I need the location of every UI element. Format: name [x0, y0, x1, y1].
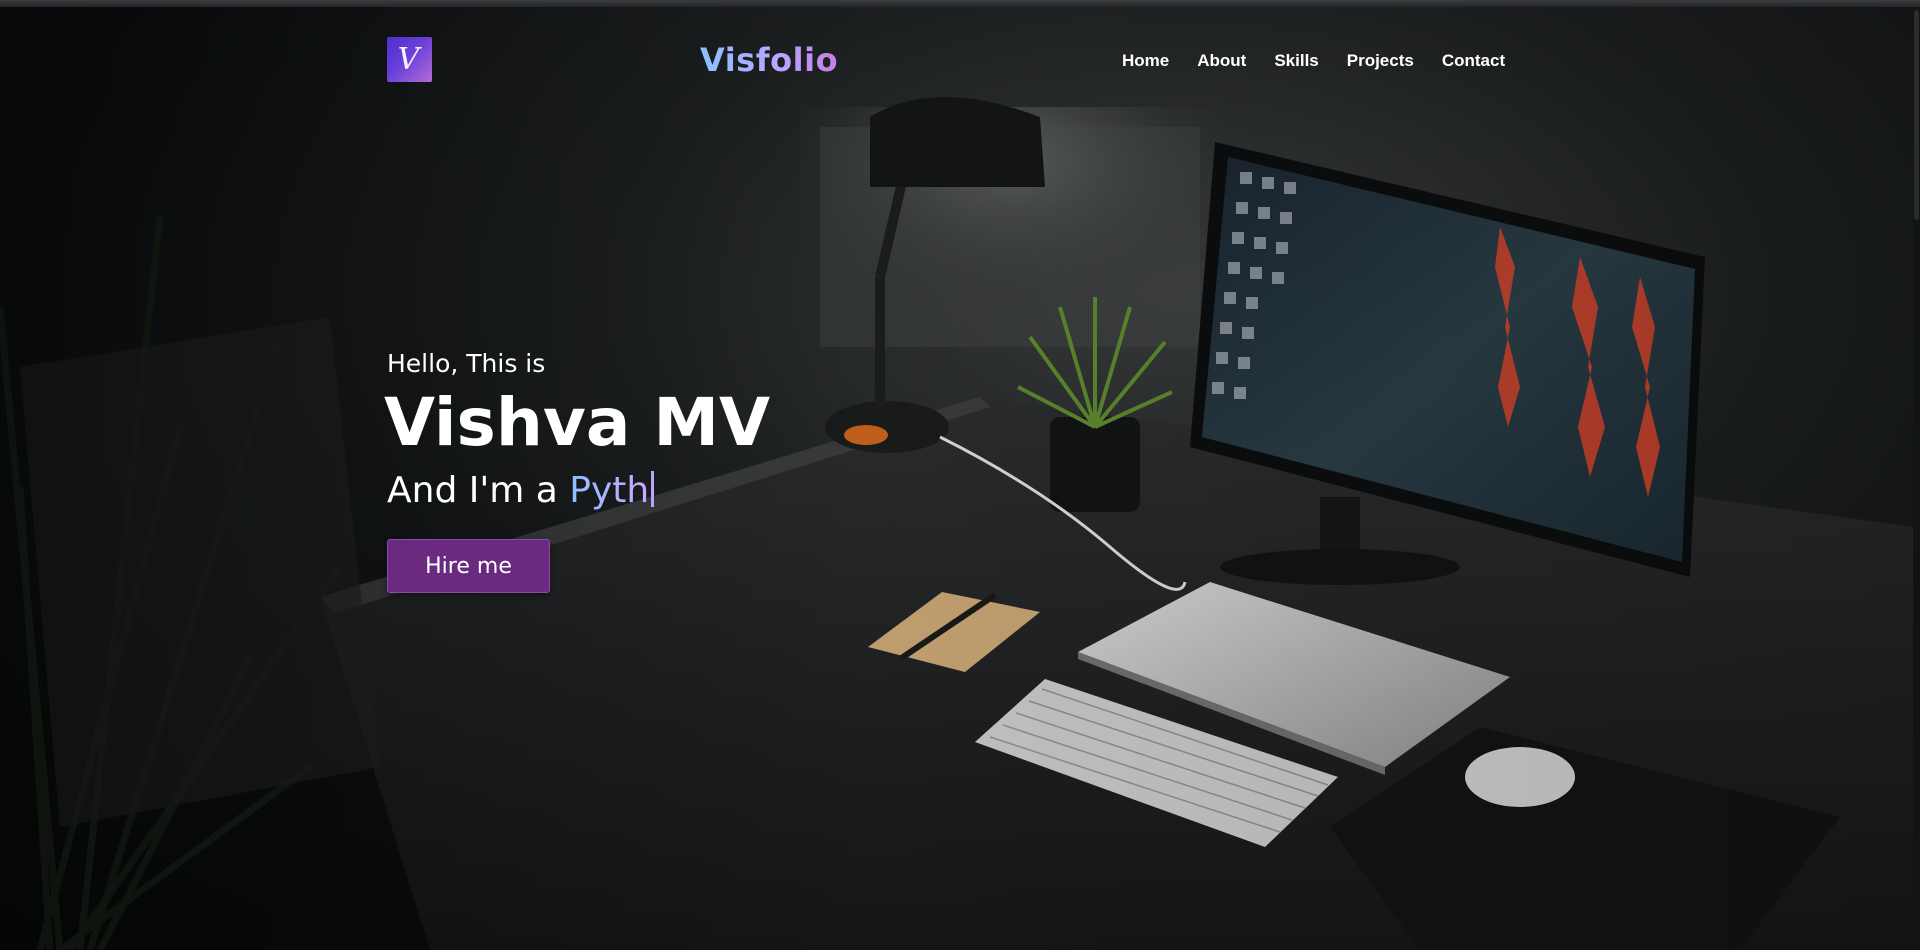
hero-section: Hello, This is Vishva MV And I'm a Pyth …	[384, 347, 771, 593]
typed-role: Pyth	[569, 470, 650, 511]
nav-link-contact[interactable]: Contact	[1442, 51, 1505, 71]
lamp-base	[825, 401, 949, 453]
scrollbar-thumb[interactable]	[1914, 10, 1919, 220]
nav-link-projects[interactable]: Projects	[1347, 51, 1414, 71]
nav-link-skills[interactable]: Skills	[1274, 51, 1318, 71]
typing-caret	[651, 471, 655, 507]
hero-background-image	[0, 7, 1913, 950]
site-header: V Visfolio Home About Skills Projects Co…	[0, 7, 1913, 107]
nav-link-about[interactable]: About	[1197, 51, 1246, 71]
brand-name[interactable]: Visfolio	[700, 41, 838, 79]
v-monogram-logo-icon: V	[397, 41, 420, 77]
role-prefix: And I'm a	[387, 470, 570, 511]
wall-poster-frame	[20, 317, 380, 827]
page-viewport: V Visfolio Home About Skills Projects Co…	[0, 0, 1920, 950]
hero-role-line: And I'm a Pyth	[387, 469, 770, 513]
mouse	[1465, 747, 1575, 807]
lamp-logo	[844, 425, 888, 445]
monitor-base	[1220, 549, 1460, 585]
monitor-stand	[1320, 497, 1360, 557]
logo[interactable]: V	[387, 37, 432, 82]
hero-name: Vishva MV	[384, 384, 771, 461]
main-nav: Home About Skills Projects Contact	[1122, 51, 1533, 71]
lamp-head	[870, 97, 1045, 187]
hire-me-button[interactable]: Hire me	[387, 539, 550, 593]
plant-pot	[1050, 417, 1140, 512]
desk-scene-illustration	[0, 97, 1913, 950]
nav-link-home[interactable]: Home	[1122, 51, 1169, 71]
browser-top-edge	[0, 0, 1920, 7]
hero-greeting: Hello, This is	[387, 349, 546, 378]
